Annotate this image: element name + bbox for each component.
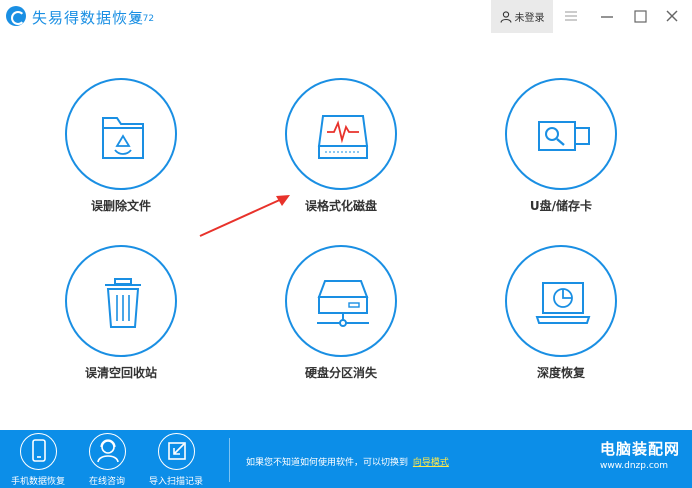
tile-label: 深度恢复 (536, 366, 585, 380)
tile-usb-card[interactable]: U盘/储存卡 (500, 78, 620, 218)
hint-message: 如果您不知道如何使用软件，可以切换到 (246, 458, 409, 468)
app-version: 6.72 (134, 14, 155, 24)
tile-circle (285, 245, 397, 357)
hard-drive-icon (317, 280, 369, 327)
tile-partition-lost[interactable]: 硬盘分区消失 (280, 245, 400, 385)
login-label: 未登录 (514, 13, 545, 24)
annotation-arrow-icon (199, 195, 290, 237)
minimize-icon (601, 16, 613, 18)
online-consult-button[interactable]: 在线咨询 (72, 433, 142, 488)
tile-circle (65, 245, 177, 357)
close-icon (666, 10, 678, 22)
tile-circle (285, 78, 397, 190)
phone-icon (31, 439, 46, 462)
close-button[interactable] (659, 4, 685, 28)
tile-label: 误格式化磁盘 (304, 199, 377, 213)
tile-label: 硬盘分区消失 (304, 366, 377, 380)
laptop-scan-icon (535, 282, 591, 324)
tile-deep-recovery[interactable]: 深度恢复 (500, 245, 620, 385)
bottom-icon-ring (89, 433, 126, 470)
tile-label: 误清空回收站 (84, 366, 157, 380)
tile-label: 误删除文件 (90, 199, 151, 213)
bottom-item-label: 导入扫描记录 (148, 477, 203, 487)
minimize-button[interactable] (594, 4, 620, 28)
disk-waveform-icon (317, 115, 369, 159)
app-title: 失易得数据恢复 (32, 9, 145, 27)
divider (229, 438, 230, 482)
watermark: 电脑装配网 (600, 440, 681, 458)
user-icon (499, 10, 512, 23)
folder-recycle-icon (102, 117, 144, 159)
import-icon (167, 442, 186, 460)
tile-circle (505, 245, 617, 357)
tile-circle (505, 78, 617, 190)
trash-bin-icon (105, 278, 141, 328)
app-window: 失易得数据恢复 6.72 未登录 误删除文件 误格式化磁盘 U盘/储存卡 误清空… (0, 0, 692, 488)
bottom-icon-ring (20, 433, 57, 470)
app-logo-icon (6, 6, 26, 26)
title-bar: 失易得数据恢复 6.72 未登录 (0, 0, 692, 33)
tile-circle (65, 78, 177, 190)
support-agent-icon (96, 439, 119, 463)
import-scan-record-button[interactable]: 导入扫描记录 (141, 433, 211, 488)
maximize-icon (634, 10, 647, 23)
bottom-icon-ring (158, 433, 195, 470)
wizard-mode-link[interactable]: 向导模式 (413, 458, 449, 468)
usb-drive-icon (538, 121, 590, 151)
phone-recovery-button[interactable]: 手机数据恢复 (3, 433, 73, 488)
tile-deleted-files[interactable]: 误删除文件 (60, 78, 180, 218)
tile-label: U盘/储存卡 (529, 199, 593, 213)
maximize-button[interactable] (627, 4, 653, 28)
tile-formatted-disk[interactable]: 误格式化磁盘 (280, 78, 400, 218)
bottom-bar: 手机数据恢复 在线咨询 导入扫描记录 如果您不知道如何使用软件，可以切换到 向导… (0, 430, 692, 488)
watermark-url: www.dnzp.com (600, 461, 669, 471)
tile-recycle-bin[interactable]: 误清空回收站 (60, 245, 180, 385)
menu-button[interactable] (558, 4, 584, 28)
hint-text: 如果您不知道如何使用软件，可以切换到 向导模式 (246, 455, 449, 468)
login-button[interactable]: 未登录 (491, 0, 553, 33)
menu-icon (565, 11, 577, 21)
